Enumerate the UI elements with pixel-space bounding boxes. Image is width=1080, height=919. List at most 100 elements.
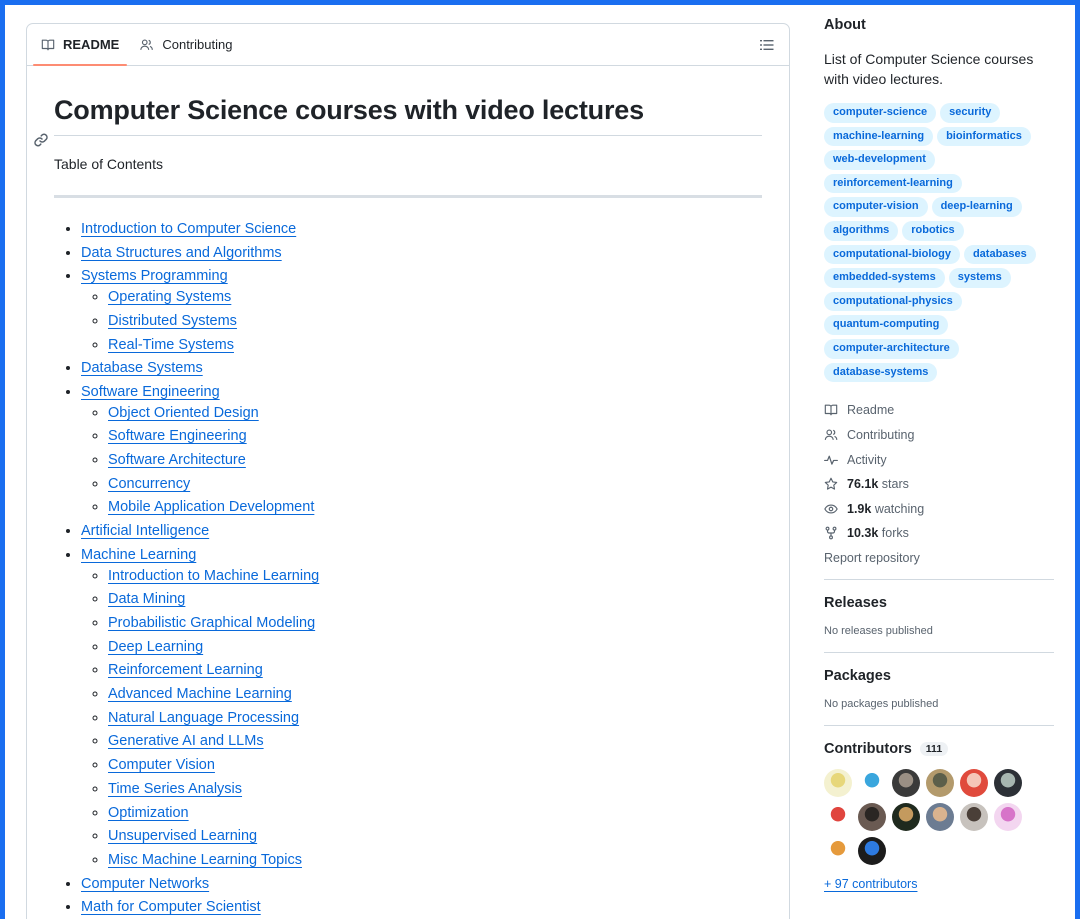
toc-link[interactable]: Computer Networks	[81, 876, 209, 892]
topic-tag[interactable]: databases	[963, 244, 1036, 265]
toc-item: Math for Computer Scientist	[81, 896, 762, 919]
outline-button[interactable]	[757, 35, 777, 55]
toc-sublink[interactable]: Real-Time Systems	[108, 337, 234, 353]
link-icon[interactable]	[33, 132, 49, 148]
topic-tag[interactable]: computer-science	[824, 103, 937, 123]
toc-link[interactable]: Software Engineering	[81, 384, 220, 400]
toc-sublink[interactable]: Operating Systems	[108, 289, 231, 305]
toc-link[interactable]: Artificial Intelligence	[81, 523, 209, 539]
contributor-avatar[interactable]	[892, 768, 920, 797]
forks-link[interactable]: 10.3k forks	[824, 521, 1054, 546]
more-contributors-link[interactable]: + 97 contributors	[824, 877, 917, 891]
topic-tag[interactable]: reinforcement-learning	[824, 173, 962, 194]
toc-sublink[interactable]: Misc Machine Learning Topics	[108, 852, 302, 868]
topic-tag[interactable]: computer-vision	[824, 197, 928, 217]
tab-readme-label: README	[63, 37, 120, 52]
topic-tag[interactable]: deep-learning	[931, 197, 1022, 217]
topic-tag[interactable]: security	[940, 103, 1001, 123]
toc-sublink[interactable]: Object Oriented Design	[108, 405, 259, 421]
contributors-heading[interactable]: Contributors 111	[824, 741, 1054, 757]
toc-sublink[interactable]: Software Architecture	[108, 452, 246, 468]
tab-contributing[interactable]: Contributing	[131, 24, 240, 65]
toc-link[interactable]: Machine Learning	[81, 547, 196, 563]
toc-title: Table of Contents	[54, 156, 163, 172]
contributor-avatar[interactable]	[824, 768, 852, 797]
toc-sublink[interactable]: Distributed Systems	[108, 313, 237, 329]
contributing-link[interactable]: Contributing	[824, 423, 1054, 448]
topic-tag[interactable]: algorithms	[824, 220, 899, 241]
topic-tag[interactable]: robotics	[902, 220, 964, 241]
divider	[824, 724, 1054, 726]
activity-link[interactable]: Activity	[824, 447, 1054, 472]
people-icon	[824, 429, 838, 440]
topic-tag[interactable]: computational-physics	[824, 291, 962, 312]
contributor-avatar[interactable]	[960, 802, 988, 831]
toc-link[interactable]: Database Systems	[81, 360, 203, 376]
topic-tag[interactable]: database-systems	[824, 362, 938, 383]
toc-link[interactable]: Data Structures and Algorithms	[81, 245, 282, 261]
topic-tag[interactable]: embedded-systems	[824, 268, 945, 288]
readme-link[interactable]: Readme	[824, 398, 1054, 423]
fork-icon	[825, 527, 837, 540]
toc-link[interactable]: Introduction to Computer Science	[81, 221, 296, 237]
toc-sublink[interactable]: Advanced Machine Learning	[108, 686, 292, 702]
toc-subitem: Real-Time Systems	[108, 334, 762, 358]
contributor-avatar[interactable]	[926, 802, 954, 831]
star-icon	[824, 477, 838, 490]
contributor-avatar[interactable]	[994, 768, 1022, 797]
toc-subitem: Software Engineering	[108, 425, 762, 449]
book-icon	[41, 39, 55, 50]
contributor-avatar[interactable]	[858, 768, 886, 797]
contributor-avatar[interactable]	[858, 802, 886, 831]
toc-item: Systems Programming Operating Systems Dist…	[81, 265, 762, 357]
contributor-avatar[interactable]	[994, 802, 1022, 831]
topic-tag[interactable]: computer-architecture	[824, 338, 959, 359]
about-description: List of Computer Science courses with vi…	[824, 51, 1034, 87]
contributor-avatars	[824, 768, 1054, 865]
topic-tag[interactable]: computational-biology	[824, 244, 960, 265]
contributor-avatar[interactable]	[926, 768, 954, 797]
contributor-avatar[interactable]	[858, 836, 886, 865]
toc-sublink[interactable]: Introduction to Machine Learning	[108, 568, 319, 584]
toc-sublink[interactable]: Reinforcement Learning	[108, 662, 263, 678]
toc-subitem: Introduction to Machine Learning	[108, 565, 762, 589]
topic-tag[interactable]: machine-learning	[824, 126, 934, 147]
toc-sublink[interactable]: Generative AI and LLMs	[108, 733, 264, 749]
contributor-avatar[interactable]	[960, 768, 988, 797]
toc-sublink[interactable]: Software Engineering	[108, 428, 247, 444]
toc-sublink[interactable]: Computer Vision	[108, 757, 215, 773]
releases-empty-text: No releases published	[824, 624, 933, 637]
toc-item: Machine Learning Introduction to Machine …	[81, 544, 762, 873]
toc-sublink[interactable]: Mobile Application Development	[108, 499, 314, 515]
toc-sublink[interactable]: Unsupervised Learning	[108, 828, 257, 844]
topic-tag[interactable]: quantum-computing	[824, 315, 949, 335]
topic-tag[interactable]: systems	[948, 268, 1011, 288]
toc-sublink[interactable]: Optimization	[108, 805, 189, 821]
contributors-count-badge: 111	[919, 741, 949, 756]
report-repository-link[interactable]: Report repository	[824, 546, 1054, 570]
toc-sublink[interactable]: Time Series Analysis	[108, 781, 242, 797]
toc-sublink[interactable]: Data Mining	[108, 591, 185, 607]
packages-empty-text: No packages published	[824, 697, 939, 710]
toc-subitem: Natural Language Processing	[108, 707, 762, 731]
contributor-avatar[interactable]	[824, 836, 852, 865]
packages-heading[interactable]: Packages	[824, 668, 1054, 684]
topic-tag[interactable]: bioinformatics	[937, 126, 1031, 147]
toc-sublink[interactable]: Deep Learning	[108, 639, 203, 655]
watching-link[interactable]: 1.9k watching	[824, 497, 1054, 522]
toc-subitem: Generative AI and LLMs	[108, 730, 762, 754]
toc-sublink[interactable]: Natural Language Processing	[108, 710, 299, 726]
toc-sublink[interactable]: Concurrency	[108, 476, 190, 492]
toc-item: Database Systems	[81, 357, 762, 381]
toc-subitem: Reinforcement Learning	[108, 659, 762, 683]
toc-link[interactable]: Systems Programming	[81, 268, 228, 284]
contributor-avatar[interactable]	[892, 802, 920, 831]
toc-sublink[interactable]: Probabilistic Graphical Modeling	[108, 615, 315, 631]
toc-link[interactable]: Math for Computer Scientist	[81, 899, 261, 915]
stars-link[interactable]: 76.1k stars	[824, 472, 1054, 497]
toc-subitem: Misc Machine Learning Topics	[108, 849, 762, 873]
tab-readme[interactable]: README	[33, 24, 128, 66]
releases-heading[interactable]: Releases	[824, 595, 1054, 611]
topic-tag[interactable]: web-development	[824, 150, 935, 170]
contributor-avatar[interactable]	[824, 802, 852, 831]
